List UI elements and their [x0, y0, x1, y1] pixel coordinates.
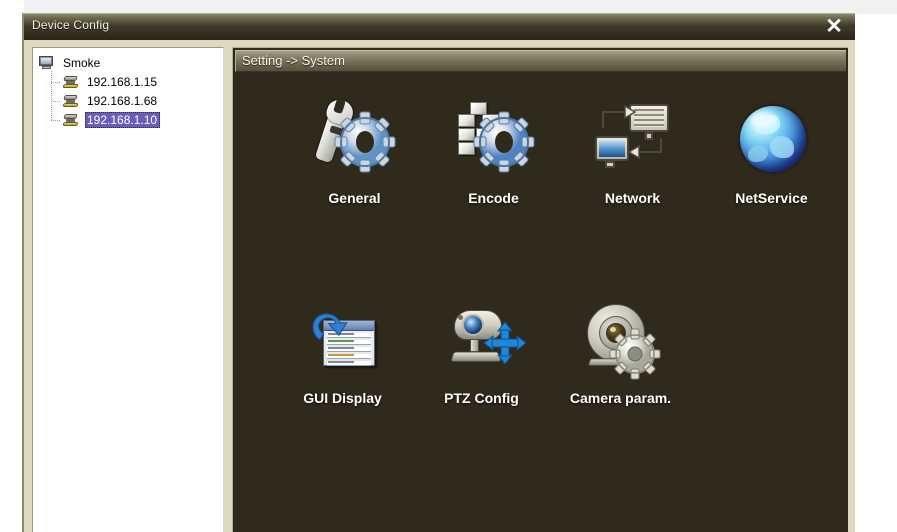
menu-row-1: General Encode Network NetService: [233, 96, 848, 258]
refresh-arrow-icon: [312, 313, 348, 341]
menu-item-encode[interactable]: Encode: [424, 98, 563, 258]
computer-icon: [39, 56, 56, 70]
tree-root-node[interactable]: Smoke: [39, 54, 223, 72]
screen: Device Config ✕ Smoke 192.168.1.15 192.1…: [0, 0, 897, 532]
menu-item-label: GUI Display: [303, 390, 382, 406]
window-title: Device Config: [32, 18, 110, 32]
window-body: Smoke 192.168.1.15 192.168.1.68 192.168.…: [24, 40, 855, 532]
breadcrumb-text: Setting -> System: [242, 53, 345, 68]
desktop-background-top: [0, 0, 897, 14]
menu-item-gui-display[interactable]: GUI Display: [273, 298, 412, 458]
menu-item-label: Encode: [468, 190, 519, 206]
menu-item-camera-param[interactable]: Camera param.: [551, 298, 690, 458]
content-panel: Setting -> System General Encode Network…: [232, 47, 848, 532]
tree-item-label: 192.168.1.15: [87, 75, 158, 89]
close-icon[interactable]: ✕: [821, 14, 847, 40]
desktop-background-left: [0, 0, 24, 532]
blocks-gear-icon: [452, 98, 536, 182]
menu-item-label: General: [328, 190, 381, 206]
arrow-list-icon: [301, 298, 385, 382]
menu-item-netservice[interactable]: NetService: [702, 98, 841, 258]
tree-item-device-3-selected[interactable]: 192.168.1.10: [51, 111, 223, 129]
breadcrumb: Setting -> System: [235, 50, 846, 72]
menu-item-label: Camera param.: [569, 390, 672, 406]
device-tree-panel[interactable]: Smoke 192.168.1.15 192.168.1.68 192.168.…: [32, 47, 224, 532]
window-titlebar[interactable]: Device Config ✕: [24, 14, 855, 41]
menu-row-2: GUI Display PTZ Config Camera param.: [233, 298, 848, 458]
menu-item-label: NetService: [735, 190, 808, 206]
menu-item-ptz-config[interactable]: PTZ Config: [412, 298, 551, 458]
menu-item-general[interactable]: General: [285, 96, 424, 258]
device-icon: [62, 75, 79, 89]
tree-item-label: 192.168.1.10: [85, 112, 161, 128]
tree-item-label: 192.168.1.68: [87, 94, 158, 108]
menu-item-network[interactable]: Network: [563, 98, 702, 258]
device-config-window: Device Config ✕ Smoke 192.168.1.15 192.1…: [22, 13, 855, 532]
tree-children: 192.168.1.15 192.168.1.68 192.168.1.10: [49, 71, 223, 129]
device-tree: Smoke 192.168.1.15 192.168.1.68 192.168.…: [33, 48, 223, 129]
two-monitors-icon: [591, 98, 675, 182]
menu-item-label: PTZ Config: [444, 390, 519, 406]
tree-root-label: Smoke: [63, 56, 101, 70]
tree-item-device-1[interactable]: 192.168.1.15: [51, 73, 223, 91]
tree-item-device-2[interactable]: 192.168.1.68: [51, 92, 223, 110]
device-icon: [62, 113, 79, 127]
webcam-gear-icon: [579, 298, 663, 382]
device-icon: [62, 94, 79, 108]
camera-arrows-icon: [440, 298, 527, 382]
menu-item-label: Network: [604, 190, 661, 206]
wrench-gear-icon: [313, 96, 397, 182]
menu-icon-grid: General Encode Network NetService GUI Di…: [233, 72, 848, 532]
globe-icon: [730, 98, 814, 182]
